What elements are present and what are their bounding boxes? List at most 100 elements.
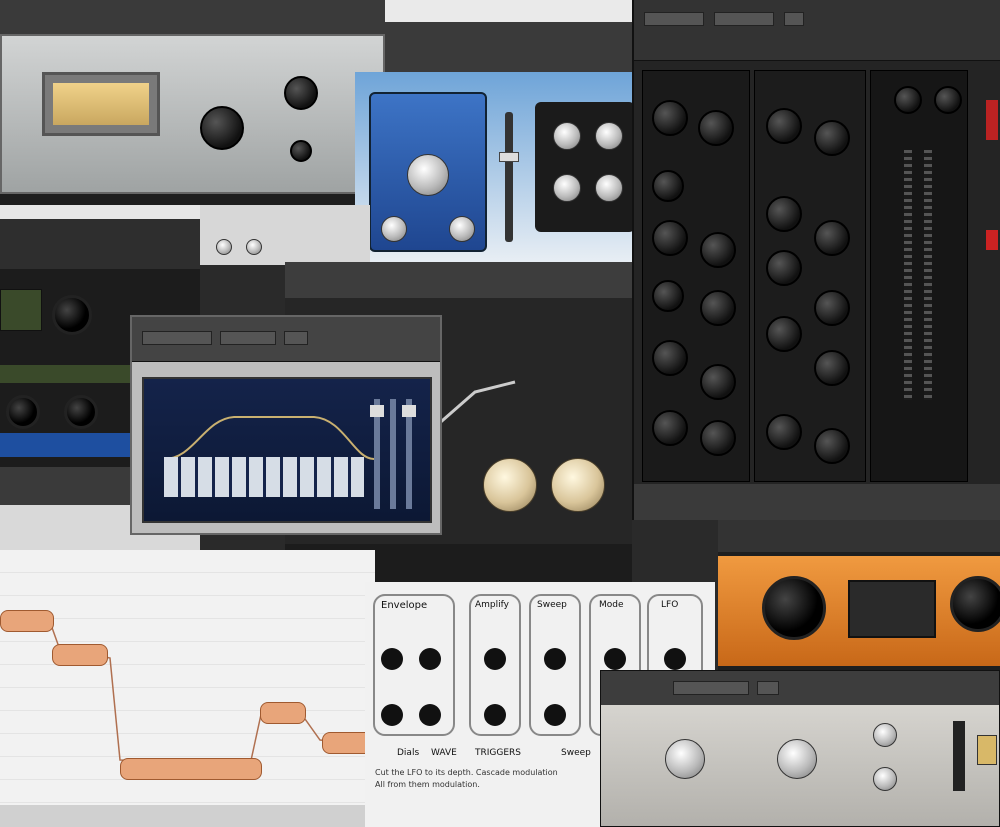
eq-band-buttons[interactable] <box>164 457 364 497</box>
fader-handle[interactable] <box>499 152 519 162</box>
orange-knob-left[interactable] <box>762 576 826 640</box>
cream-header <box>285 262 632 298</box>
grid-knob[interactable] <box>544 704 566 726</box>
preset-button[interactable] <box>644 12 704 26</box>
dark-channel-title <box>0 219 200 269</box>
grid-knob[interactable] <box>484 648 506 670</box>
compare-button[interactable] <box>714 12 774 26</box>
melodyne-footer <box>0 805 375 827</box>
strip-knob[interactable] <box>700 232 736 268</box>
grid-knob[interactable] <box>604 648 626 670</box>
strip-knob[interactable] <box>652 170 684 202</box>
grid-knob[interactable] <box>484 704 506 726</box>
strip-knob[interactable] <box>700 290 736 326</box>
grid-knob[interactable] <box>419 648 441 670</box>
pedal-left-knob[interactable] <box>381 216 407 242</box>
channel-knob[interactable] <box>52 295 92 335</box>
strip-knob[interactable] <box>766 250 802 286</box>
strip-knob[interactable] <box>814 120 850 156</box>
output-knob[interactable] <box>934 86 962 114</box>
strip-knob[interactable] <box>652 100 688 136</box>
knob-column: Sweep <box>529 594 581 736</box>
panel-knob-4[interactable] <box>595 174 623 202</box>
note-blob[interactable] <box>120 758 262 780</box>
description-line: Cut the LFO to its depth. Cascade modula… <box>375 768 558 777</box>
channel-knob[interactable] <box>6 395 40 429</box>
footer-label: WAVE <box>431 748 457 758</box>
strip-knob[interactable] <box>698 110 734 146</box>
column-label: Envelope <box>381 600 428 611</box>
eq-fader[interactable] <box>390 399 396 509</box>
panel-knob-3[interactable] <box>553 174 581 202</box>
strip-knob[interactable] <box>652 220 688 256</box>
blue-pedal-window <box>355 72 635 262</box>
window-header <box>0 0 385 35</box>
grid-knob[interactable] <box>664 648 686 670</box>
strip-knob[interactable] <box>766 316 802 352</box>
lcd-display <box>0 289 42 331</box>
gray-preset-button[interactable] <box>673 681 749 695</box>
orange-display <box>848 580 936 638</box>
footer-label: Sweep <box>561 748 591 758</box>
grid-knob[interactable] <box>419 704 441 726</box>
panel-knob-1[interactable] <box>553 122 581 150</box>
fader-track[interactable] <box>505 112 513 242</box>
pedal-right-knob[interactable] <box>449 216 475 242</box>
cream-knob-left[interactable] <box>483 458 537 512</box>
strip-knob[interactable] <box>700 364 736 400</box>
eq-header <box>132 317 440 362</box>
note-blob[interactable] <box>260 702 306 724</box>
vu-meter <box>42 72 160 136</box>
gray-compressor-header <box>601 671 999 706</box>
eq-fader-cap[interactable] <box>370 405 384 417</box>
compressor-curve <box>435 380 516 429</box>
top-center-strip <box>385 0 635 72</box>
undo-button[interactable] <box>784 12 804 26</box>
strip-knob[interactable] <box>814 220 850 256</box>
eq-fader-cap[interactable] <box>402 405 416 417</box>
strip-knob[interactable] <box>652 340 688 376</box>
grid-knob[interactable] <box>381 648 403 670</box>
small-knob[interactable] <box>246 239 262 255</box>
grid-knob[interactable] <box>544 648 566 670</box>
dark-channel-lower <box>0 467 140 507</box>
threshold-knob[interactable] <box>665 739 705 779</box>
note-blob[interactable] <box>52 644 108 666</box>
strip-knob[interactable] <box>766 414 802 450</box>
small-knob[interactable] <box>216 239 232 255</box>
grid-knob[interactable] <box>381 704 403 726</box>
strip-knob[interactable] <box>652 280 684 312</box>
strip-knob[interactable] <box>766 196 802 232</box>
attack-knob[interactable] <box>873 723 897 747</box>
gray-compressor-window <box>600 670 1000 827</box>
strip-knob[interactable] <box>814 428 850 464</box>
strip-knob[interactable] <box>766 108 802 144</box>
note-blob[interactable] <box>0 610 54 632</box>
strip-knob[interactable] <box>814 290 850 326</box>
ratio-knob[interactable] <box>777 739 817 779</box>
eq-compare-button[interactable] <box>220 331 276 345</box>
gain-knob[interactable] <box>200 106 244 150</box>
meter-select-knob[interactable] <box>290 140 312 162</box>
gray-undo-button[interactable] <box>757 681 779 695</box>
strip-knob[interactable] <box>814 350 850 386</box>
strip-knob[interactable] <box>652 410 688 446</box>
cream-knob-right[interactable] <box>551 458 605 512</box>
channel-knob[interactable] <box>64 395 98 429</box>
peak-reduction-knob[interactable] <box>284 76 318 110</box>
tube-compressor-window <box>0 0 385 205</box>
column-label: LFO <box>661 600 679 610</box>
eq-preset-button[interactable] <box>142 331 212 345</box>
panel-knob-2[interactable] <box>595 122 623 150</box>
output-knob[interactable] <box>894 86 922 114</box>
dark-knob-panel <box>535 102 635 232</box>
strip-column-meters <box>870 70 968 482</box>
eq-undo-button[interactable] <box>284 331 308 345</box>
eq-screen <box>142 377 432 523</box>
orange-unit-window <box>718 520 1000 670</box>
vu-meter-face <box>53 83 149 125</box>
release-knob[interactable] <box>873 767 897 791</box>
strip-knob[interactable] <box>700 420 736 456</box>
pedal-main-knob[interactable] <box>407 154 449 196</box>
orange-knob-right[interactable] <box>950 576 1000 632</box>
